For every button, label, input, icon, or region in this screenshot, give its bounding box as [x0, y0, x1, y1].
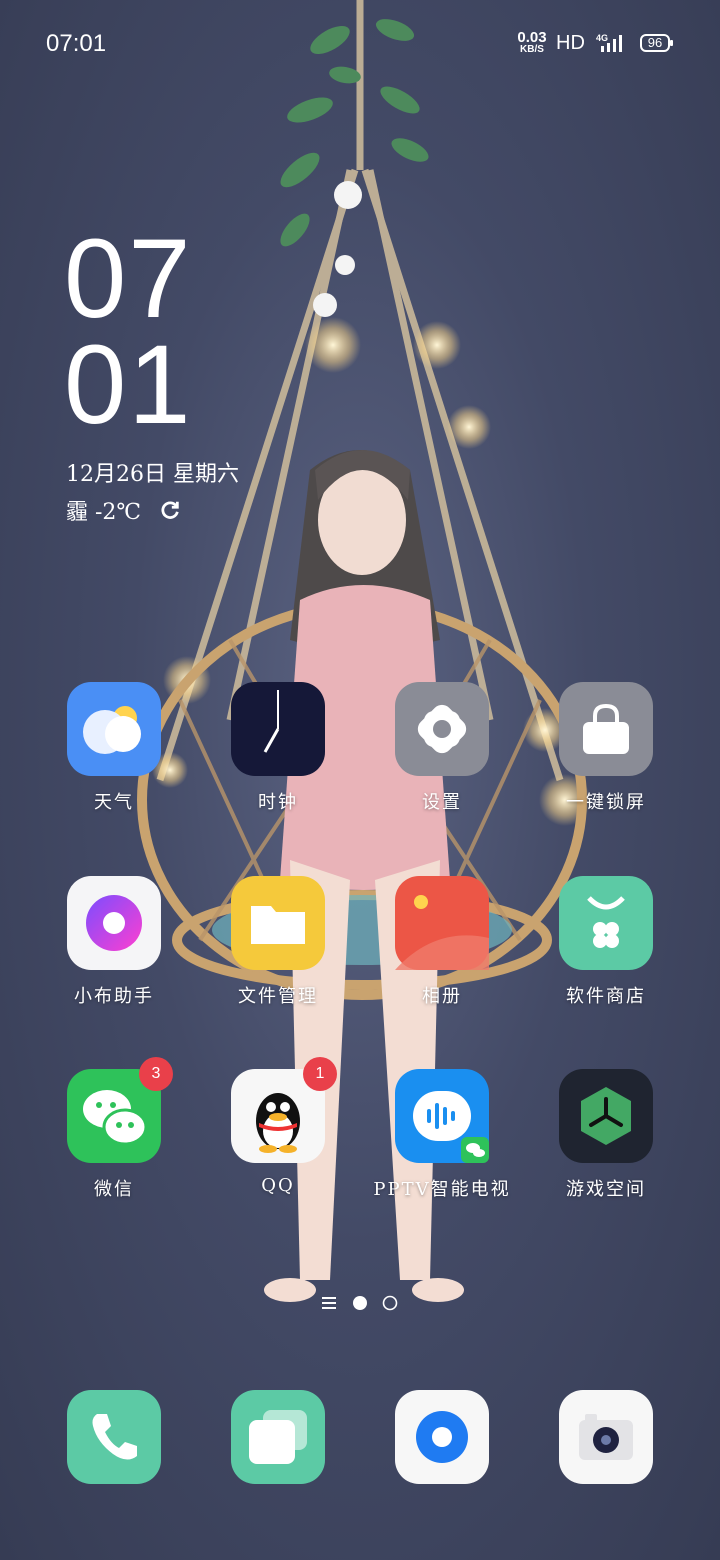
app-label: 一键锁屏	[566, 792, 646, 813]
svg-text:4G: 4G	[596, 33, 608, 43]
app-file-manager[interactable]: 文件管理	[203, 876, 353, 1008]
app-label: 天气	[94, 792, 134, 813]
app-one-key-lock[interactable]: 一键锁屏	[531, 682, 681, 814]
network-speed: 0.03 KB/S	[512, 30, 552, 55]
home-list-icon	[322, 1297, 336, 1309]
network-speed-unit: KB/S	[520, 44, 544, 55]
weather-icon	[67, 682, 161, 776]
refresh-icon[interactable]	[159, 499, 181, 521]
dock-camera[interactable]	[531, 1390, 681, 1484]
lock-icon	[559, 682, 653, 776]
gallery-icon	[395, 876, 489, 970]
app-clock[interactable]: 时钟	[203, 682, 353, 814]
app-label: 相册	[422, 986, 462, 1007]
signal-icon: 4G	[596, 33, 622, 52]
app-weather[interactable]: 天气	[39, 682, 189, 814]
app-label: 微信	[94, 1179, 134, 1200]
clock-minute: 01	[64, 322, 193, 447]
notification-badge: 3	[139, 1057, 173, 1091]
dock-browser[interactable]	[367, 1390, 517, 1484]
app-game-space[interactable]: 游戏空间	[531, 1069, 681, 1201]
notification-badge: 1	[303, 1057, 337, 1091]
page-dot	[382, 1295, 398, 1311]
app-assistant[interactable]: 小布助手	[39, 876, 189, 1008]
clock-hour: 07	[64, 216, 193, 341]
clock-icon	[231, 682, 325, 776]
app-label: QQ	[261, 1175, 295, 1196]
app-label: 文件管理	[238, 986, 318, 1007]
app-label: 设置	[422, 792, 462, 813]
hd-indicator: HD	[556, 32, 585, 54]
app-store[interactable]: 软件商店	[531, 876, 681, 1008]
dock-messages[interactable]	[203, 1390, 353, 1484]
page-dot-active	[353, 1296, 367, 1310]
folder-icon	[231, 876, 325, 970]
status-time: 07:01	[46, 30, 107, 57]
battery-icon: 96	[640, 34, 673, 52]
app-label: 小布助手	[74, 986, 154, 1007]
settings-icon	[395, 682, 489, 776]
network-speed-value: 0.03	[517, 29, 547, 46]
wechat-icon: 3	[67, 1057, 173, 1163]
app-label: 软件商店	[566, 986, 646, 1007]
browser-icon	[395, 1390, 489, 1484]
weather-text: 霾 -2℃	[66, 500, 142, 525]
app-wechat[interactable]: 3 微信	[39, 1057, 189, 1201]
pptv-icon	[395, 1069, 489, 1163]
app-qq[interactable]: 1 QQ	[203, 1057, 353, 1196]
phone-icon	[67, 1390, 161, 1484]
app-pptv[interactable]: PPTV智能电视	[367, 1069, 517, 1201]
app-label: PPTV智能电视	[373, 1179, 511, 1200]
assistant-icon	[67, 876, 161, 970]
messages-icon	[231, 1390, 325, 1484]
camera-icon	[559, 1390, 653, 1484]
app-label: 游戏空间	[566, 1179, 646, 1200]
app-label: 时钟	[258, 792, 298, 813]
dock-phone[interactable]	[39, 1390, 189, 1484]
app-store-icon	[559, 876, 653, 970]
weather-line[interactable]: 霾 -2℃	[66, 494, 181, 526]
date-text: 12月26日 星期六	[66, 462, 239, 487]
status-bar: 07:01 0.03 KB/S HD 4G 96	[0, 0, 720, 88]
app-settings[interactable]: 设置	[367, 682, 517, 814]
qq-icon: 1	[231, 1057, 337, 1163]
clock-widget[interactable]: 07 01	[64, 216, 193, 447]
app-gallery[interactable]: 相册	[367, 876, 517, 1008]
game-space-icon	[559, 1069, 653, 1163]
page-indicator[interactable]	[320, 1293, 410, 1313]
